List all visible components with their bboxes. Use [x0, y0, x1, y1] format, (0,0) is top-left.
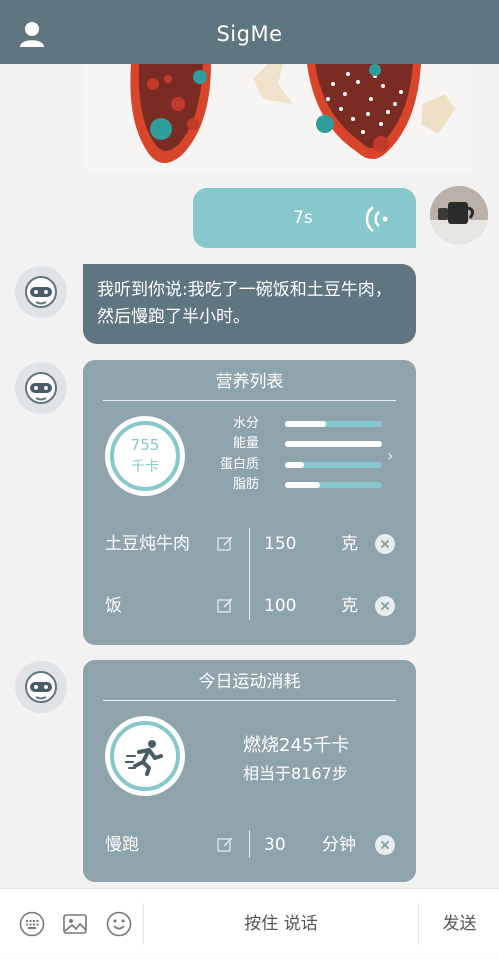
- calorie-value: 755: [130, 436, 160, 454]
- nutrient-label: 能量: [232, 436, 259, 451]
- bot-avatar[interactable]: [15, 362, 67, 414]
- exercise-ring: [105, 716, 185, 796]
- chevron-right-icon[interactable]: ›: [387, 446, 393, 465]
- exercise-card-title: 今日运动消耗: [198, 672, 301, 692]
- send-button[interactable]: 发送: [420, 889, 499, 959]
- calorie-ring: 755 千卡: [105, 416, 185, 496]
- food-item-name: 饭: [105, 596, 122, 616]
- voice-message-bubble[interactable]: 7s: [193, 188, 416, 248]
- bot-avatar[interactable]: [15, 661, 67, 713]
- nutrition-card-title: 营养列表: [215, 372, 284, 392]
- remove-item-icon[interactable]: [375, 596, 395, 616]
- robot-icon: [25, 671, 57, 703]
- steps-equivalent: 相当于8167步: [243, 764, 348, 783]
- remove-item-icon[interactable]: [375, 534, 395, 554]
- edit-icon[interactable]: [217, 597, 234, 614]
- robot-icon: [25, 276, 57, 308]
- food-item-unit: 克: [341, 534, 358, 554]
- nutrient-row: 脂肪: [217, 476, 387, 494]
- nutrient-bar: [285, 462, 305, 468]
- keyboard-icon[interactable]: [19, 911, 45, 937]
- food-item-unit: 克: [341, 596, 358, 616]
- divider: [103, 400, 396, 401]
- app-title: SigMe: [216, 22, 283, 46]
- emoji-icon[interactable]: [106, 911, 132, 937]
- exercise-item-name: 慢跑: [105, 835, 139, 855]
- bot-message-text: 我听到你说:我吃了一碗饭和土豆牛肉，然后慢跑了半小时。: [97, 280, 392, 327]
- exercise-item-unit: 分钟: [322, 835, 356, 855]
- input-bar: 按住 说话 发送: [0, 888, 499, 958]
- nutrient-bar: [285, 421, 326, 427]
- edit-icon[interactable]: [217, 535, 234, 552]
- divider: [418, 903, 419, 945]
- calorie-unit: 千卡: [131, 459, 159, 475]
- nutrient-bar: [285, 441, 382, 447]
- food-item-name: 土豆炖牛肉: [105, 534, 190, 554]
- nutrient-bar: [285, 482, 320, 488]
- calories-burned: 燃烧245千卡: [243, 735, 350, 756]
- food-illustration-image[interactable]: [83, 64, 472, 172]
- nutrient-label: 水分: [232, 416, 259, 431]
- nutrient-row: 蛋白质: [217, 456, 387, 474]
- robot-icon: [25, 372, 57, 404]
- voice-duration: 7s: [293, 208, 313, 228]
- voice-wave-icon: [365, 206, 388, 232]
- remove-item-icon[interactable]: [375, 835, 395, 855]
- user-avatar[interactable]: [430, 186, 488, 244]
- running-icon: [125, 740, 163, 776]
- nutrient-row: 能量: [217, 435, 387, 453]
- exercise-item-quantity[interactable]: 30: [264, 833, 286, 857]
- nutrient-label: 脂肪: [232, 477, 259, 492]
- nutrient-label: 蛋白质: [219, 457, 259, 472]
- divider: [103, 700, 396, 701]
- hold-to-talk-button[interactable]: 按住 说话: [144, 889, 418, 959]
- edit-icon[interactable]: [217, 836, 234, 853]
- exercise-card: 今日运动消耗 燃烧245千卡 相当于8167步 慢跑 30 分钟: [83, 660, 416, 882]
- bot-avatar[interactable]: [15, 266, 67, 318]
- food-item-quantity[interactable]: 100: [264, 594, 296, 618]
- food-item-quantity[interactable]: 150: [264, 532, 296, 556]
- divider: [249, 830, 250, 858]
- nutrient-row: 水分: [217, 415, 387, 433]
- bot-message-bubble: 我听到你说:我吃了一碗饭和土豆牛肉，然后慢跑了半小时。: [83, 264, 416, 344]
- divider: [249, 528, 250, 620]
- app-header: SigMe: [0, 0, 499, 64]
- image-icon[interactable]: [62, 911, 88, 937]
- nutrition-card: 营养列表 755 千卡 水分 能量 蛋白质 脂肪 › 土豆炖牛肉 150 克 饭…: [83, 360, 416, 645]
